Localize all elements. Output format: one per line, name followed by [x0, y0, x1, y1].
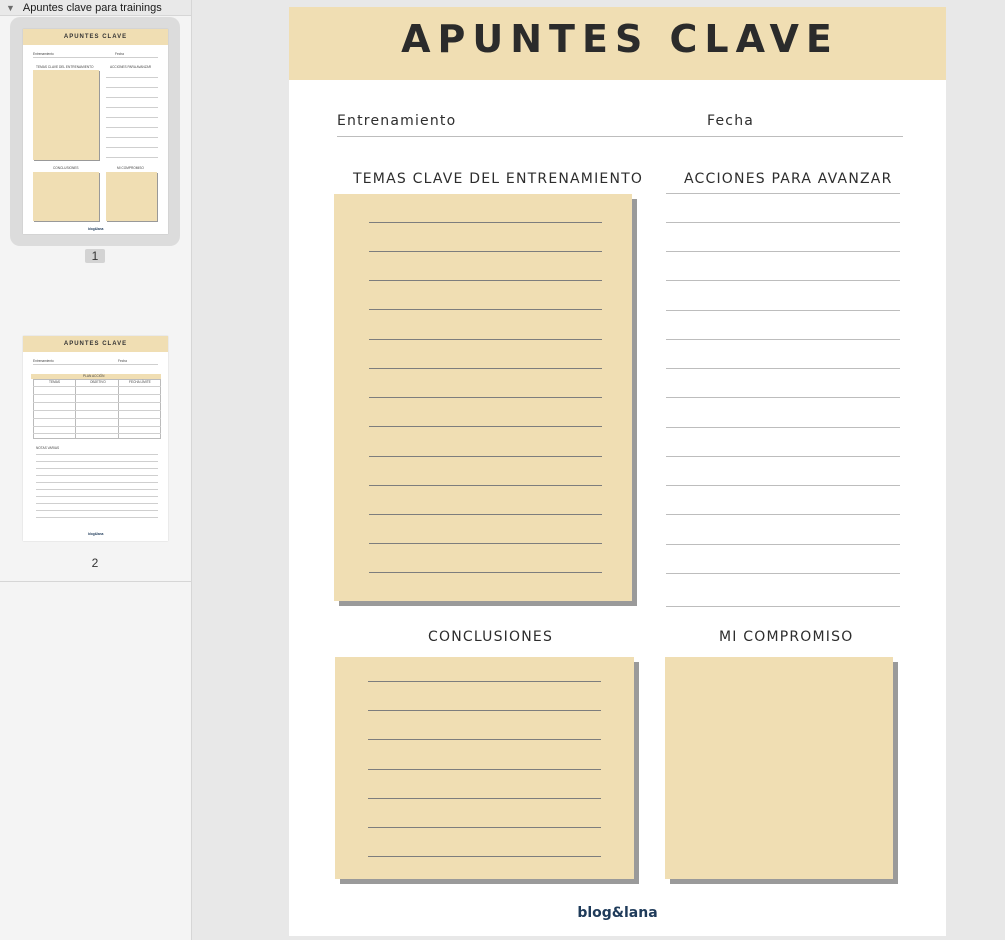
sidebar-header[interactable]: ▼ Apuntes clave para trainings [0, 0, 191, 16]
thumb-topics-label: TEMAS CLAVE DEL ENTRENAMIENTO [36, 65, 94, 69]
thumb-commitment-label: MI COMPROMISO [117, 166, 144, 170]
disclosure-triangle-icon[interactable]: ▼ [6, 3, 15, 13]
field-training-label: Entrenamiento [337, 113, 457, 129]
commitment-box[interactable] [665, 657, 893, 879]
thumb2-col3: FECHA LÍMITE [129, 380, 151, 384]
thumb2-field-date: Fecha [118, 359, 127, 363]
thumb2-col2: OBJETIVO [90, 380, 106, 384]
thumb2-col1: TEMAS [49, 380, 60, 384]
page-number-1[interactable]: 1 [85, 249, 105, 263]
thumb2-plan: PLAN ACCIÓN [83, 374, 105, 378]
page-number-2[interactable]: 2 [85, 556, 105, 570]
page-thumbnail-1[interactable]: APUNTES CLAVE Entrenamiento Fecha TEMAS … [23, 29, 168, 234]
thumb-field-training: Entrenamiento [33, 52, 54, 56]
page-title: APUNTES CLAVE [401, 17, 839, 61]
thumb-field-date: Fecha [115, 52, 124, 56]
thumb2-logo: blog&lana [88, 532, 104, 536]
thumb-actions-label: ACCIONES PARA AVANZAR [110, 65, 152, 69]
field-underline [337, 136, 903, 137]
thumb2-notes: NOTAS VARIAS [36, 446, 60, 450]
conclusions-notes-box[interactable] [335, 657, 634, 879]
commitment-heading: MI COMPROMISO [719, 629, 854, 645]
thumb-logo: blog&lana [88, 227, 104, 231]
thumbnail-sidebar: ▼ Apuntes clave para trainings APUNTES C… [0, 0, 192, 940]
topics-notes-box[interactable] [334, 194, 632, 601]
topics-heading: TEMAS CLAVE DEL ENTRENAMIENTO [353, 171, 644, 187]
thumb-conclusions-label: CONCLUSIONES [53, 166, 79, 170]
page-thumbnail-2[interactable]: APUNTES CLAVE Entrenamiento Fecha PLAN A… [23, 336, 168, 541]
blog-lana-logo: blog&lana [577, 905, 658, 921]
thumb2-field-training: Entrenamiento [33, 359, 54, 363]
document-page: APUNTES CLAVE Entrenamiento Fecha TEMAS … [289, 7, 946, 936]
sidebar-divider [0, 581, 192, 582]
title-band: APUNTES CLAVE [289, 7, 946, 80]
document-title: Apuntes clave para trainings [22, 1, 162, 14]
thumb-title: APUNTES CLAVE [23, 29, 168, 45]
actions-heading: ACCIONES PARA AVANZAR [684, 171, 893, 187]
field-date-label: Fecha [707, 113, 755, 129]
conclusions-heading: CONCLUSIONES [428, 629, 554, 645]
thumb2-title: APUNTES CLAVE [23, 336, 168, 352]
